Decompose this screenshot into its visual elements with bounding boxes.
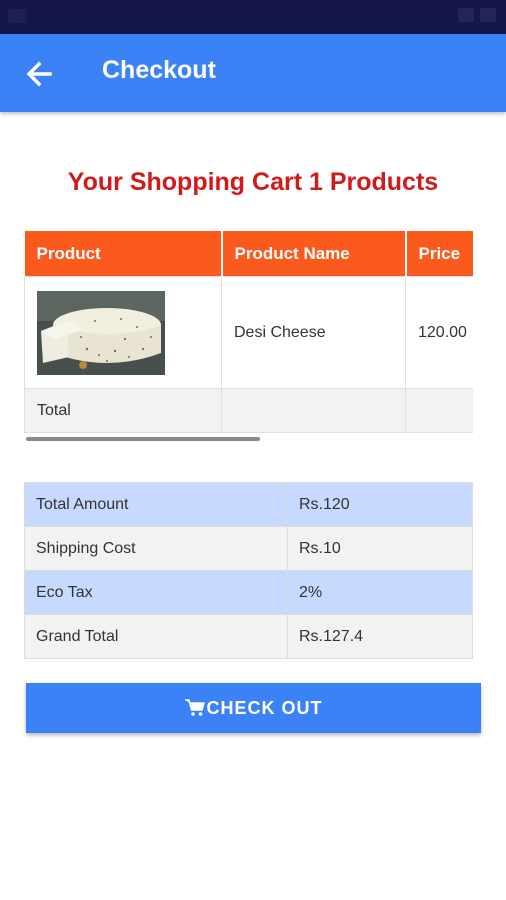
back-button[interactable] (20, 54, 60, 94)
cart-heading: Your Shopping Cart 1 Products (67, 168, 439, 196)
total-label-cell: Total (24, 388, 222, 433)
checkout-button[interactable]: CHECK OUT (26, 683, 481, 733)
signal-icon (458, 8, 474, 22)
product-image-cell (24, 276, 222, 389)
summary-value: Rs.120 (287, 482, 473, 527)
summary-label: Eco Tax (24, 570, 288, 615)
battery-icon (480, 8, 496, 22)
summary-label: Total Amount (24, 482, 288, 527)
table-header-row: Product Product Name Price (24, 231, 473, 277)
summary-row-eco-tax: Eco Tax 2% (24, 570, 473, 615)
column-header-product-name: Product Name (221, 231, 407, 277)
app-bar: Checkout (0, 34, 506, 112)
page-title: Checkout (102, 56, 216, 84)
notification-icon (8, 9, 26, 23)
total-empty-cell (405, 388, 473, 433)
product-table-scroll[interactable]: Product Product Name Price Desi Cheese 1… (24, 231, 473, 434)
product-table: Product Product Name Price Desi Cheese 1… (24, 231, 473, 433)
horizontal-scrollbar[interactable] (26, 437, 260, 441)
status-bar (0, 0, 506, 34)
summary-value: Rs.10 (287, 526, 473, 571)
summary-row-total-amount: Total Amount Rs.120 (24, 482, 473, 527)
table-total-row: Total (24, 388, 473, 433)
column-header-product: Product (24, 231, 223, 277)
table-row: Desi Cheese 120.00 (24, 276, 473, 389)
summary-row-grand-total: Grand Total Rs.127.4 (24, 614, 473, 659)
summary-row-shipping-cost: Shipping Cost Rs.10 (24, 526, 473, 571)
summary-table: Total Amount Rs.120 Shipping Cost Rs.10 … (24, 482, 473, 659)
summary-value: Rs.127.4 (287, 614, 473, 659)
cheese-image (37, 290, 165, 375)
arrow-left-icon (26, 61, 52, 87)
status-icons (458, 8, 496, 22)
total-empty-cell (221, 388, 406, 433)
summary-label: Grand Total (24, 614, 288, 659)
summary-value: 2% (287, 570, 473, 615)
cart-icon (184, 699, 205, 716)
product-name-cell: Desi Cheese (221, 276, 406, 389)
summary-label: Shipping Cost (24, 526, 288, 571)
product-price-cell: 120.00 (405, 276, 473, 389)
checkout-label: CHECK OUT (206, 697, 323, 718)
column-header-price: Price (405, 231, 473, 277)
